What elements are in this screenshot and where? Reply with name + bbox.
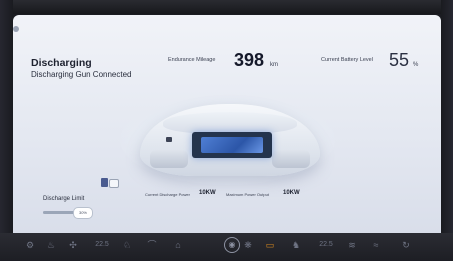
dashboard-bezel-right <box>441 0 453 261</box>
current-discharge-power-label: Current Discharge Power <box>145 192 190 197</box>
battery-level-unit: % <box>413 62 419 68</box>
temp-left-text[interactable]: 22.5 <box>92 238 112 252</box>
wiper-icon[interactable]: ⌒ <box>146 238 158 252</box>
endurance-mileage-value: 398 <box>234 50 265 70</box>
max-power-output-label: Maximum Power Output <box>226 192 269 197</box>
discharge-limit-label: Discharge Limit <box>43 196 85 202</box>
recirculation-icon[interactable]: ↻ <box>400 238 412 252</box>
battery-pack-display <box>201 137 263 153</box>
endurance-mileage-label: Endurance Mileage <box>168 57 216 63</box>
discharge-limit-thumb[interactable]: 30% <box>73 207 93 219</box>
max-power-output-value: 10KW <box>283 190 300 196</box>
home-icon[interactable]: ◉ <box>224 237 240 253</box>
battery-level-value: 55 <box>389 50 410 70</box>
front-defrost-icon[interactable]: ≈ <box>370 238 382 252</box>
fan-icon[interactable]: ✣ <box>67 238 79 252</box>
seat-icon[interactable]: ♘ <box>121 238 133 252</box>
temp-right-text[interactable]: 22.5 <box>316 238 336 252</box>
plug-head <box>109 179 119 188</box>
dashboard-bezel-top <box>0 0 453 14</box>
endurance-mileage-unit: km <box>270 62 278 68</box>
battery-level-label: Current Battery Level <box>321 57 373 63</box>
seat-right-icon[interactable]: ♞ <box>290 238 302 252</box>
ac-icon[interactable]: ❋ <box>242 238 254 252</box>
seat-heat-icon[interactable]: ♨ <box>45 238 57 252</box>
status-title: Discharging <box>31 57 92 69</box>
wheel-right <box>272 150 310 168</box>
plug-body <box>101 178 108 187</box>
car-icon[interactable]: ⌂ <box>172 238 184 252</box>
rear-defrost-icon[interactable]: ≋ <box>346 238 358 252</box>
status-subtitle: Discharging Gun Connected <box>31 70 132 79</box>
discharge-gun-icon <box>101 178 119 188</box>
battery-icon[interactable]: ▭ <box>264 238 276 252</box>
wheel-left <box>150 150 188 168</box>
car-roof <box>163 112 297 134</box>
gear-icon[interactable]: ⚙ <box>24 238 36 252</box>
dashboard-bezel-left <box>0 0 13 261</box>
close-icon[interactable] <box>13 26 19 32</box>
charging-port-marker <box>166 137 172 142</box>
current-discharge-power-value: 10KW <box>199 190 216 196</box>
discharge-limit-fill <box>43 211 75 214</box>
